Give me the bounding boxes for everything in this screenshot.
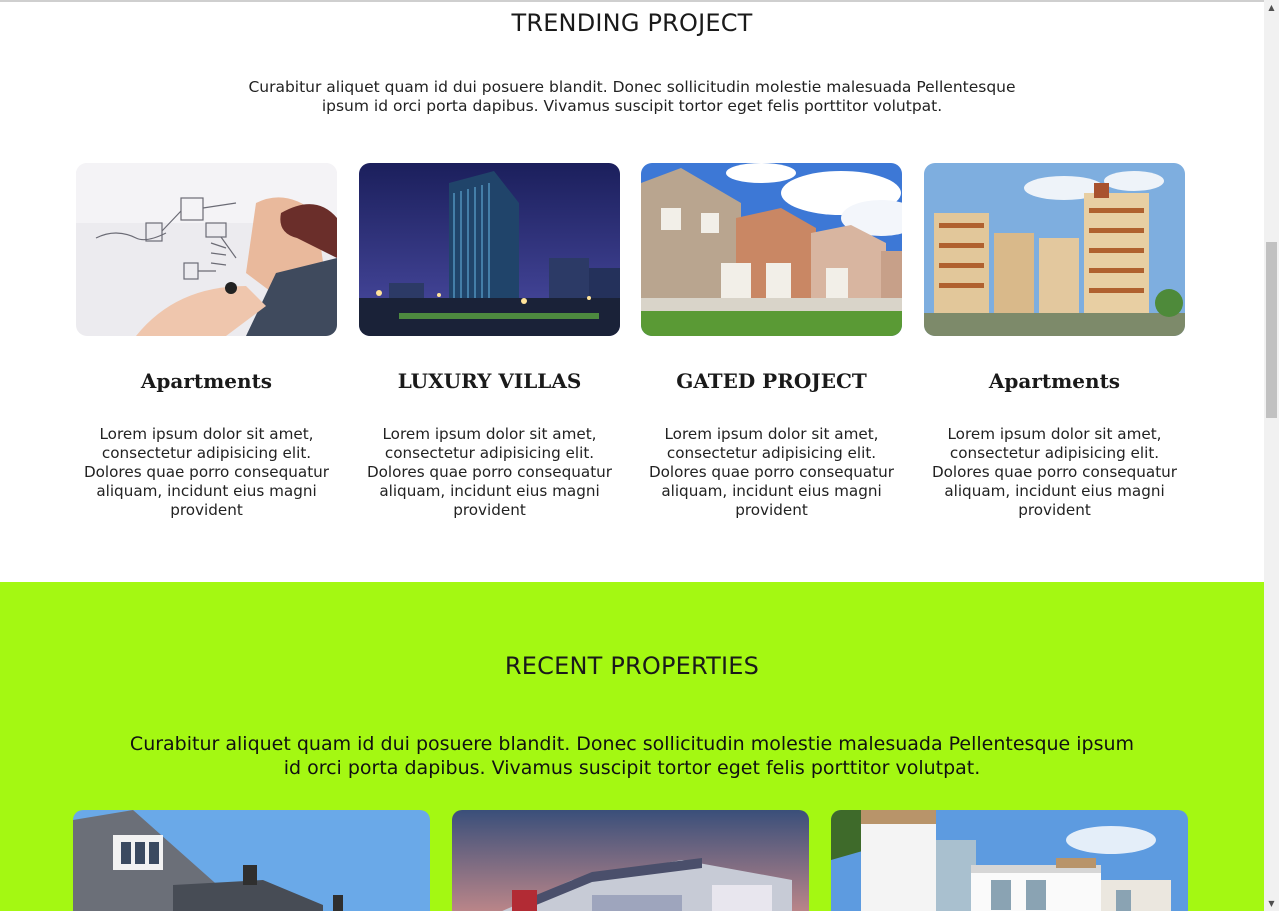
project-image-gated-project[interactable]: [641, 163, 902, 336]
page-scrollbar[interactable]: ▲ ▼: [1264, 0, 1279, 911]
project-title: LUXURY VILLAS: [397, 369, 582, 393]
trending-description: Curabitur aliquet quam id dui posuere bl…: [248, 78, 1016, 115]
project-image-whiteboard[interactable]: [76, 163, 337, 336]
recent-description: Curabitur aliquet quam id dui posuere bl…: [129, 733, 1135, 779]
scrollbar-thumb[interactable]: [1266, 242, 1277, 418]
top-border: [0, 0, 1264, 2]
project-image-apartments[interactable]: [924, 163, 1185, 336]
scroll-down-arrow-icon[interactable]: ▼: [1264, 896, 1279, 911]
project-title: Apartments: [988, 369, 1121, 393]
project-card[interactable]: Apartments Lorem ipsum dolor sit amet, c…: [924, 163, 1185, 519]
project-text: Lorem ipsum dolor sit amet, consectetur …: [931, 425, 1178, 519]
property-image-brick-house[interactable]: [73, 810, 430, 911]
project-card[interactable]: GATED PROJECT Lorem ipsum dolor sit amet…: [641, 163, 902, 519]
recent-properties-section: RECENT PROPERTIES Curabitur aliquet quam…: [0, 582, 1264, 911]
property-image-white-villa[interactable]: [831, 810, 1188, 911]
property-image-modern-house[interactable]: [452, 810, 809, 911]
project-title: Apartments: [140, 369, 273, 393]
project-card[interactable]: LUXURY VILLAS Lorem ipsum dolor sit amet…: [359, 163, 620, 519]
project-image-luxury-villas[interactable]: [359, 163, 620, 336]
trending-title: TRENDING PROJECT: [511, 9, 753, 37]
project-text: Lorem ipsum dolor sit amet, consectetur …: [648, 425, 895, 519]
project-title: GATED PROJECT: [676, 369, 867, 393]
project-text: Lorem ipsum dolor sit amet, consectetur …: [83, 425, 330, 519]
project-text: Lorem ipsum dolor sit amet, consectetur …: [366, 425, 613, 519]
scroll-up-arrow-icon[interactable]: ▲: [1264, 0, 1279, 15]
project-card[interactable]: Apartments Lorem ipsum dolor sit amet, c…: [76, 163, 337, 519]
page: TRENDING PROJECT Curabitur aliquet quam …: [0, 0, 1264, 911]
recent-title: RECENT PROPERTIES: [504, 652, 760, 680]
